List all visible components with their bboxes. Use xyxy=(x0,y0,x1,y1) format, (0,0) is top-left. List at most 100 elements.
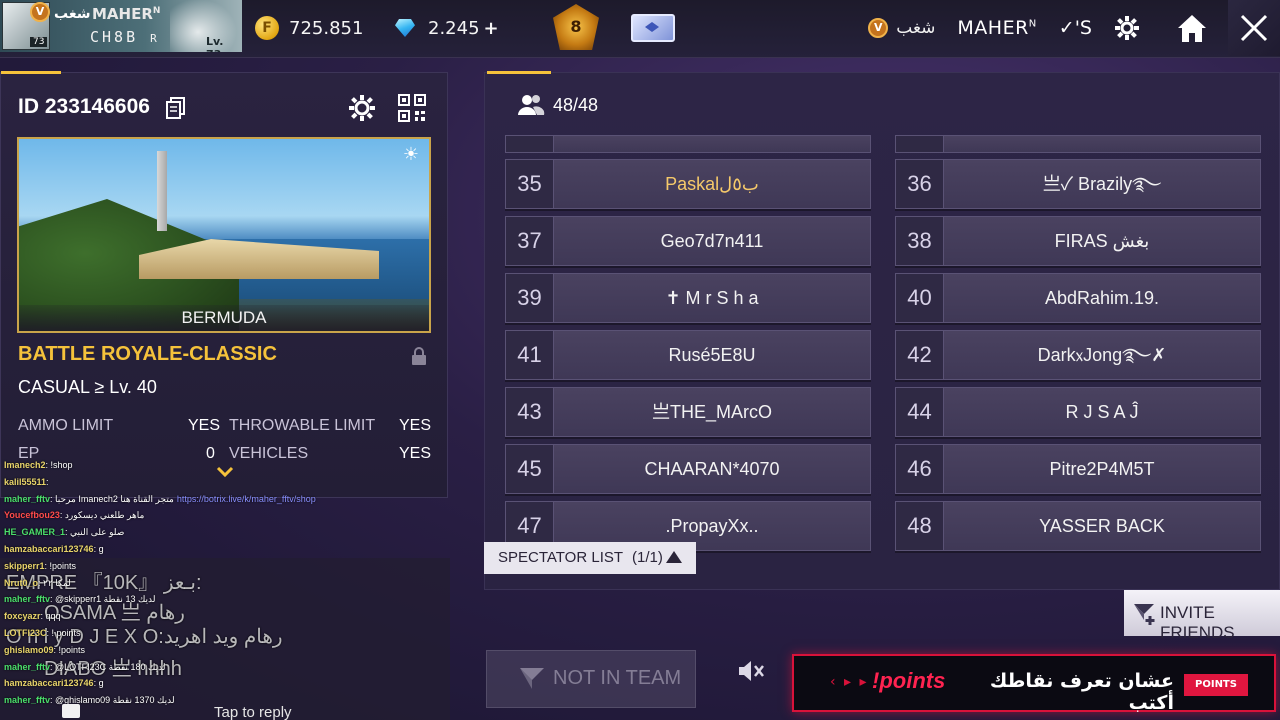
map-preview[interactable]: ☀ BERMUDA xyxy=(17,137,431,333)
chat-username[interactable]: maher_fftv xyxy=(4,594,50,604)
points-banner: ‹ ▸ ▸ !points عشان تعرف نقاطك أكتب POINT… xyxy=(792,654,1276,714)
slot-player-name: AbdRahim.19. xyxy=(1044,288,1160,308)
slot-number: 41 xyxy=(506,331,554,379)
invite-friends-label: INVITE FRIENDS xyxy=(1160,603,1235,642)
copy-icon[interactable] xyxy=(166,97,186,119)
add-diamonds-button[interactable]: + xyxy=(484,18,499,39)
rule-throwable-limit: THROWABLE LIMIT YES xyxy=(229,417,432,435)
player-slot[interactable]: 48 YASSER BACK xyxy=(895,501,1261,551)
player-slot[interactable]: 36 亗✓ Brazily࿐ xyxy=(895,159,1261,209)
rank-badge-icon[interactable]: 8 xyxy=(553,4,599,50)
top-bar: V 73 شغب MAHERN CH8B R Lv. 73 F 725.851 … xyxy=(0,0,1280,58)
slot-number xyxy=(506,136,554,152)
chat-text: : !points xyxy=(53,644,86,655)
banner-text: عشان تعرف نقاطك أكتب xyxy=(989,670,1174,714)
chat-username[interactable]: Imanech2 xyxy=(4,460,46,470)
slot-player-name: Paskalب٥ل xyxy=(665,174,759,194)
chat-text: : @skipperr1 لديك 13 نقطة xyxy=(50,594,156,605)
rule-label: AMMO LIMIT xyxy=(18,417,114,434)
rule-value: YES xyxy=(399,417,432,434)
chat-username[interactable]: kalil55511 xyxy=(4,477,46,487)
profile-card[interactable]: V 73 شغب MAHERN CH8B R Lv. 73 xyxy=(0,0,242,52)
chat-message: Imanech2: !shop xyxy=(4,460,73,470)
chat-message: maher_fftv: @ghislamo09 لديك 1370 نقطة xyxy=(4,695,175,706)
chat-username[interactable]: hamzabaccari123746 xyxy=(4,544,94,554)
room-settings-icon[interactable] xyxy=(347,93,377,123)
room-info-panel: ID 233146606 ☀ BERMUDA BATTLE ROYALE-CLA… xyxy=(0,71,448,498)
chat-username[interactable]: LOTFI23C xyxy=(4,628,47,638)
gear-icon[interactable] xyxy=(1114,15,1140,41)
player-slot[interactable]: 38 FIRAS بغش xyxy=(895,216,1261,266)
chat-text: : ماهر طلعني ديسكورد xyxy=(59,510,145,521)
diamond-amount: 2.245 xyxy=(428,17,480,39)
diamond-icon xyxy=(392,17,418,39)
clan-tag-right: شغب xyxy=(896,18,936,38)
map-tower xyxy=(157,151,167,231)
chat-username[interactable]: maher_fftv xyxy=(4,662,50,672)
chat-username[interactable]: foxcyazr xyxy=(4,611,41,621)
chat-message: maher_fftv: @LOTFI23C لديك 180 نقطة xyxy=(4,662,166,673)
player-slot[interactable]: 35 Paskalب٥ل xyxy=(505,159,871,209)
chat-username[interactable]: maher_fftv xyxy=(4,494,50,504)
chat-username[interactable]: Nrut0_o xyxy=(4,578,38,588)
spectator-list-toggle[interactable]: SPECTATOR LIST (1/1) xyxy=(484,542,696,574)
player-slot[interactable]: 40 AbdRahim.19. xyxy=(895,273,1261,323)
player-slot[interactable]: 45 CHAARAN*4070 xyxy=(505,444,871,494)
spectator-label: SPECTATOR LIST xyxy=(498,549,624,566)
chat-text: : ! points xyxy=(46,628,81,638)
player-name-sup: N xyxy=(152,6,161,16)
gold-currency[interactable]: F 725.851 xyxy=(255,14,363,42)
slot-number: 46 xyxy=(896,445,944,493)
diamond-currency[interactable]: 2.245 + xyxy=(392,14,499,42)
slot-player-name: Geo7d7n411 xyxy=(660,231,764,251)
chat-username[interactable]: maher_fftv xyxy=(4,695,50,705)
chat-username[interactable]: skipperr1 xyxy=(4,561,45,571)
player-name-text: MAHER xyxy=(92,5,153,23)
sun-icon: ☀ xyxy=(402,144,420,165)
slot-number: 36 xyxy=(896,160,944,208)
tap-to-reply[interactable]: Tap to reply xyxy=(214,704,292,720)
chat-username[interactable]: ghislamo09 xyxy=(4,645,54,655)
close-icon[interactable] xyxy=(1228,0,1280,56)
player-slot[interactable]: 44 R J S A Ĵ xyxy=(895,387,1261,437)
chat-message: kalil55511: xyxy=(4,477,49,487)
slot-number: 48 xyxy=(896,502,944,550)
home-icon[interactable] xyxy=(1170,6,1214,50)
stream-chat: EMPRE 『10K』 بـعز: OSAMA 亗 رهام O n l y D… xyxy=(0,458,480,720)
chat-message: maher_fftv: مرحبا Imanech2 متجر القناة ه… xyxy=(4,494,316,505)
chat-username[interactable]: hamzabaccari123746 xyxy=(4,678,94,688)
chat-text: : !shop xyxy=(45,460,73,470)
room-id: ID 233146606 xyxy=(18,95,150,118)
player-slot[interactable]: 43 亗THE_MArcO xyxy=(505,387,871,437)
chat-link[interactable]: https://botrix.live/k/maher_fftv/shop xyxy=(177,494,316,504)
player-slot[interactable]: 37 Geo7d7n411 xyxy=(505,216,871,266)
not-in-team-button[interactable]: NOT IN TEAM xyxy=(486,650,696,708)
slot-player-name: FIRAS بغش xyxy=(1054,231,1150,251)
banner-arrows: ‹ ▸ ▸ xyxy=(830,674,869,690)
speaker-muted-icon[interactable] xyxy=(736,658,764,684)
slot-number: 45 xyxy=(506,445,554,493)
chat-text: : g xyxy=(93,544,104,554)
player-slot[interactable]: 41 Rusé5E8U xyxy=(505,330,871,380)
chat-text: : xyxy=(46,476,49,487)
chat-message: HE_GAMER_1: صلو على النبي xyxy=(4,527,124,538)
invite-friends-button[interactable]: INVITE FRIENDS xyxy=(1124,590,1280,642)
player-slot[interactable]: 42 Dark᥊Jong࿐✗ xyxy=(895,330,1261,380)
slot-partial-left xyxy=(505,135,871,153)
player-slot[interactable]: 46 Pitre2P4M5T xyxy=(895,444,1261,494)
player-tag: CH8B R xyxy=(90,28,160,46)
invite-icon xyxy=(1130,600,1158,626)
slot-player-name: 亗THE_MArcO xyxy=(651,402,772,422)
chat-username[interactable]: HE_GAMER_1 xyxy=(4,527,65,537)
slot-partial-right xyxy=(895,135,1261,153)
player-name-right-sup: N xyxy=(1028,18,1037,30)
chat-text: : g xyxy=(93,678,104,689)
chat-message: hamzabaccari123746: g xyxy=(4,678,104,688)
chat-username[interactable]: Youcefbou23 xyxy=(4,510,60,520)
player-name-right: MAHERN xyxy=(957,17,1036,39)
membership-card-icon[interactable] xyxy=(631,14,675,42)
qr-code-icon[interactable] xyxy=(397,93,427,123)
player-slot[interactable]: 39 ✝ M r S h a xyxy=(505,273,871,323)
emote-icon xyxy=(62,704,80,718)
rule-value: YES xyxy=(188,417,221,434)
